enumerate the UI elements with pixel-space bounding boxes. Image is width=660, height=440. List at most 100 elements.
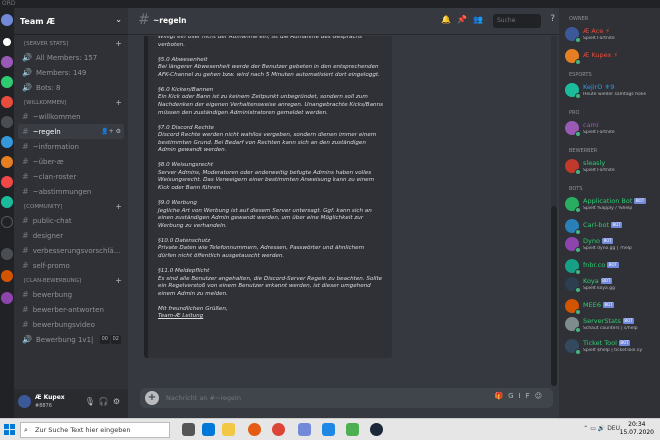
- app-icon[interactable]: [322, 423, 335, 436]
- member-item[interactable]: Application Bot BOT Spielt %apply / %help: [559, 194, 660, 216]
- server-icon[interactable]: [1, 216, 13, 228]
- channel-item[interactable]: # ~information: [18, 139, 124, 154]
- server-icon[interactable]: [1, 116, 13, 128]
- channel-item[interactable]: # ~willkommen: [18, 109, 124, 124]
- channel-item[interactable]: # ~über-æ: [18, 154, 124, 169]
- edge-icon[interactable]: [202, 423, 215, 436]
- category-community[interactable]: [COMMUNITY] +: [14, 201, 128, 213]
- voice-icon: 🔊: [22, 68, 32, 77]
- help-icon[interactable]: ?: [550, 14, 555, 24]
- channel-item[interactable]: # ~clan-roster: [18, 169, 124, 184]
- channel-settings-icon[interactable]: 👤+ ⚙: [101, 124, 121, 139]
- channel-item[interactable]: # verbesserungsvorschlä...: [18, 243, 124, 258]
- member-item[interactable]: KejirO ⚜9 Heute wieder samtags holie: [559, 80, 660, 102]
- members-icon[interactable]: 👥: [473, 15, 489, 24]
- server-icon[interactable]: [1, 56, 13, 68]
- channel-item[interactable]: # bewerber-antworten: [18, 302, 124, 317]
- chrome-icon[interactable]: [272, 423, 285, 436]
- member-item[interactable]: Ticket Tool BOT Spielt $help | ticketTool.…: [559, 336, 660, 358]
- member-item[interactable]: fnbr.co BOT: [559, 256, 660, 275]
- server-icon[interactable]: [1, 176, 13, 188]
- message-input[interactable]: [166, 391, 466, 405]
- server-icon[interactable]: [1, 36, 13, 48]
- server-icon[interactable]: [1, 136, 13, 148]
- channel-item[interactable]: # ~abstimmungen: [18, 184, 124, 199]
- windows-start-icon[interactable]: [4, 424, 15, 435]
- clock-date: 15.07.2020: [619, 429, 654, 436]
- member-item[interactable]: Æ Kupex ⚡: [559, 46, 660, 65]
- channel-item[interactable]: 🔊 Members: 149: [18, 65, 124, 80]
- member-item[interactable]: Dyno BOT Spielt dyno.gg | ?help: [559, 234, 660, 256]
- language-indicator[interactable]: DEU: [607, 425, 620, 432]
- member-group-header: BEWERBER: [569, 148, 598, 154]
- channel-item-active[interactable]: # ~regeln 👤+ ⚙: [18, 124, 124, 139]
- hash-icon: #: [22, 261, 29, 270]
- taskbar-search-input[interactable]: ⌕ Zur Suche Text hier eingeben: [20, 422, 170, 438]
- pin-icon[interactable]: 📌: [457, 15, 473, 24]
- tray-icons[interactable]: ⌃ ▭ 🔊: [583, 425, 607, 432]
- channel-item[interactable]: # public-chat: [18, 213, 124, 228]
- server-icon[interactable]: [1, 292, 13, 304]
- channel-item[interactable]: # bewerbung: [18, 287, 124, 302]
- headphones-icon[interactable]: 🎧: [99, 397, 113, 406]
- search-input[interactable]: Suche: [493, 14, 541, 28]
- channel-item[interactable]: 🔊 All Members: 157: [18, 50, 124, 65]
- channel-item[interactable]: # bewerbungsvideo: [18, 317, 124, 332]
- home-icon[interactable]: [1, 14, 13, 26]
- discord-taskbar-icon[interactable]: [298, 423, 311, 436]
- bot-badge: BOT: [618, 340, 631, 346]
- scrollbar-thumb[interactable]: [551, 206, 557, 386]
- server-icon[interactable]: [1, 76, 13, 88]
- member-item[interactable]: ServerStats BOT Schaut counters | s/help: [559, 314, 660, 336]
- member-item[interactable]: Carl-bot BOT: [559, 216, 660, 235]
- signature-link[interactable]: Team-Æ Leitung: [158, 313, 203, 319]
- firefox-icon[interactable]: [248, 423, 261, 436]
- add-channel-icon[interactable]: +: [115, 38, 122, 50]
- category-clan-bewerbung[interactable]: [CLAN-BEWERBUNG] +: [14, 275, 128, 287]
- microphone-icon[interactable]: 🎙: [85, 397, 99, 406]
- server-icon[interactable]: [1, 96, 13, 108]
- server-icon[interactable]: [1, 196, 13, 208]
- add-attachment-button[interactable]: +: [145, 391, 159, 405]
- add-channel-icon[interactable]: +: [115, 97, 122, 109]
- message-list: Willigt ein User nicht der Aufnahme ein,…: [144, 36, 544, 366]
- member-name-text: Carl-bot: [583, 221, 609, 229]
- member-item[interactable]: MEE6 BOT: [559, 296, 660, 315]
- add-channel-icon[interactable]: +: [115, 201, 122, 213]
- voice-channel-item[interactable]: 🔊 Bewerbung 1v1| 00 02: [18, 332, 124, 347]
- member-item[interactable]: Koya BOT Spielt koya.gg: [559, 274, 660, 296]
- gear-icon[interactable]: ⚙: [113, 397, 124, 406]
- gif-icon[interactable]: GIF: [508, 392, 535, 400]
- file-explorer-icon[interactable]: [222, 423, 235, 436]
- member-name: Æ Kupex ⚡: [583, 46, 660, 60]
- gift-icon[interactable]: 🎁: [494, 392, 508, 400]
- avatar[interactable]: [18, 395, 31, 408]
- channel-item[interactable]: # self-promo: [18, 258, 124, 273]
- category-server-stats[interactable]: [SERVER STATS] +: [14, 38, 128, 50]
- steam-icon[interactable]: [370, 423, 383, 436]
- add-channel-icon[interactable]: +: [115, 275, 122, 287]
- bot-badge: BOT: [634, 198, 646, 204]
- channel-label: ~abstimmungen: [32, 188, 92, 196]
- rule-section: §8.0 Weisungsrecht Server Admins, Moderat…: [158, 162, 384, 192]
- task-view-icon[interactable]: [182, 423, 195, 436]
- server-icon[interactable]: [1, 156, 13, 168]
- member-item[interactable]: sleasly Spielt Fortnite: [559, 156, 660, 178]
- category-willkommen[interactable]: [WILLKOMMEN] +: [14, 97, 128, 109]
- rule-section: §11.0 Meldepflicht Es sind alle Benutzer …: [158, 268, 384, 298]
- scrollbar[interactable]: [551, 36, 557, 386]
- server-icon[interactable]: [1, 248, 13, 260]
- channel-item[interactable]: 🔊 Bots: 8: [18, 80, 124, 95]
- app-icon[interactable]: [346, 423, 359, 436]
- chevron-down-icon[interactable]: ⌄: [115, 15, 122, 24]
- clock[interactable]: 20:34 15.07.2020: [620, 421, 654, 437]
- channel-label: All Members: 157: [35, 54, 98, 62]
- member-item[interactable]: Æ Ace ⚡ Spielt Fortnite: [559, 24, 660, 46]
- member-item[interactable]: cami Spielt Fortnite: [559, 118, 660, 140]
- member-status: Schaut counters | s/help: [583, 326, 638, 331]
- server-header[interactable]: Team Æ ⌄: [14, 8, 128, 35]
- server-icon[interactable]: [1, 270, 13, 282]
- emoji-icon[interactable]: ☺: [535, 392, 547, 400]
- channel-item[interactable]: # designer: [18, 228, 124, 243]
- bell-icon[interactable]: 🔔: [441, 15, 457, 24]
